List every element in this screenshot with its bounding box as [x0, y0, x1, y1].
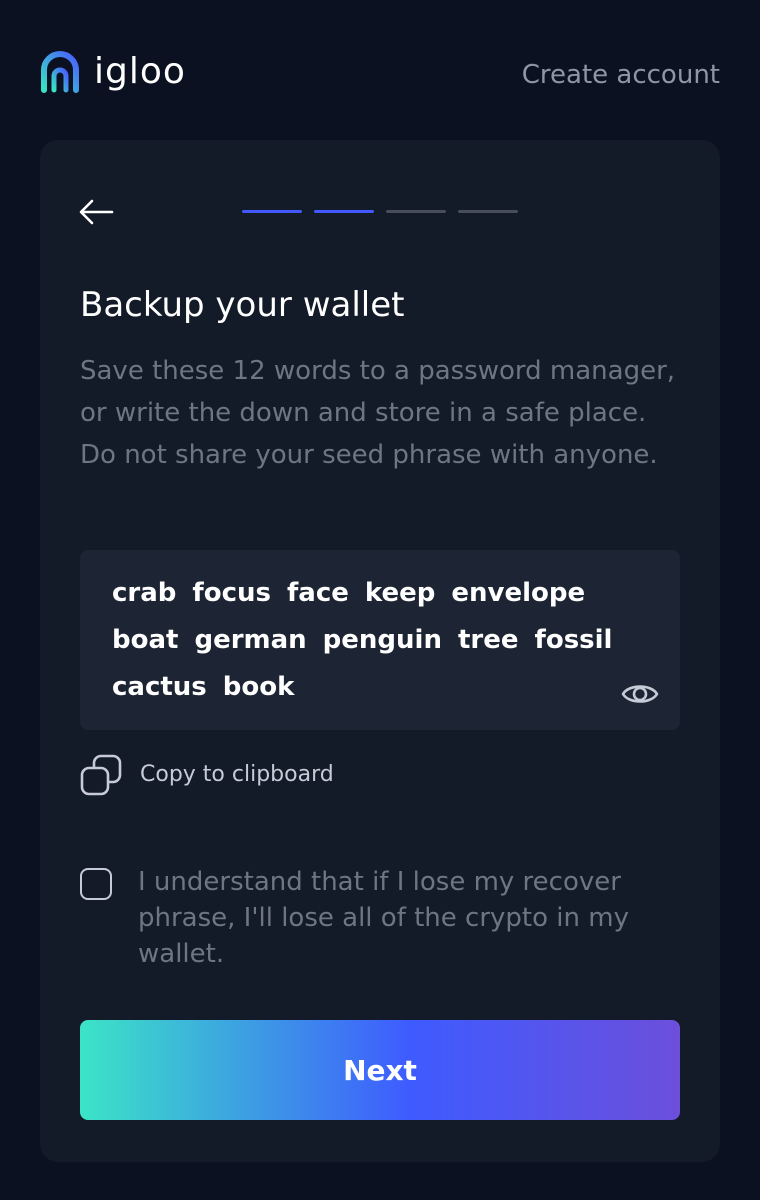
progress-step-3 [386, 210, 446, 213]
reveal-seed-button[interactable] [620, 674, 660, 714]
seed-word: fossil [534, 625, 613, 655]
back-button[interactable] [76, 192, 116, 232]
progress-step-1 [242, 210, 302, 213]
seed-word: envelope [451, 578, 586, 608]
arrow-left-icon [79, 199, 114, 225]
consent-text: I understand that if I lose my recover p… [138, 867, 629, 969]
copy-to-clipboard-button[interactable]: Copy to clipboard [80, 754, 334, 796]
page-title: Backup your wallet [80, 285, 405, 325]
progress-step-2 [314, 210, 374, 213]
seed-word: keep [364, 578, 436, 608]
seed-word: cactus [112, 672, 207, 702]
consent-checkbox[interactable] [80, 868, 112, 900]
progress-step-4 [458, 210, 518, 213]
seed-word: book [222, 672, 295, 702]
copy-label: Copy to clipboard [140, 762, 334, 787]
logo[interactable]: igloo [40, 50, 186, 94]
eye-icon [621, 685, 659, 703]
backup-wallet-card: Backup your wallet Save these 12 words t… [40, 140, 720, 1162]
seed-word: boat [112, 625, 179, 655]
progress-indicator [242, 210, 518, 213]
seed-word: face [286, 578, 349, 608]
copy-icon [80, 754, 122, 796]
seed-word: penguin [322, 625, 442, 655]
page-description: Save these 12 words to a password manage… [80, 356, 676, 470]
app-header: igloo Create account [40, 50, 720, 106]
seed-word: crab [112, 578, 177, 608]
seed-phrase-box: crab focus face keep envelope boat germa… [80, 550, 680, 730]
seed-word: tree [457, 625, 519, 655]
seed-word: focus [192, 578, 271, 608]
igloo-logo-icon [41, 51, 79, 93]
seed-word: german [194, 625, 307, 655]
seed-words: crab focus face keep envelope boat germa… [112, 570, 632, 711]
next-button[interactable]: Next [80, 1020, 680, 1120]
logo-text: igloo [94, 51, 186, 92]
create-account-link[interactable]: Create account [522, 58, 720, 92]
